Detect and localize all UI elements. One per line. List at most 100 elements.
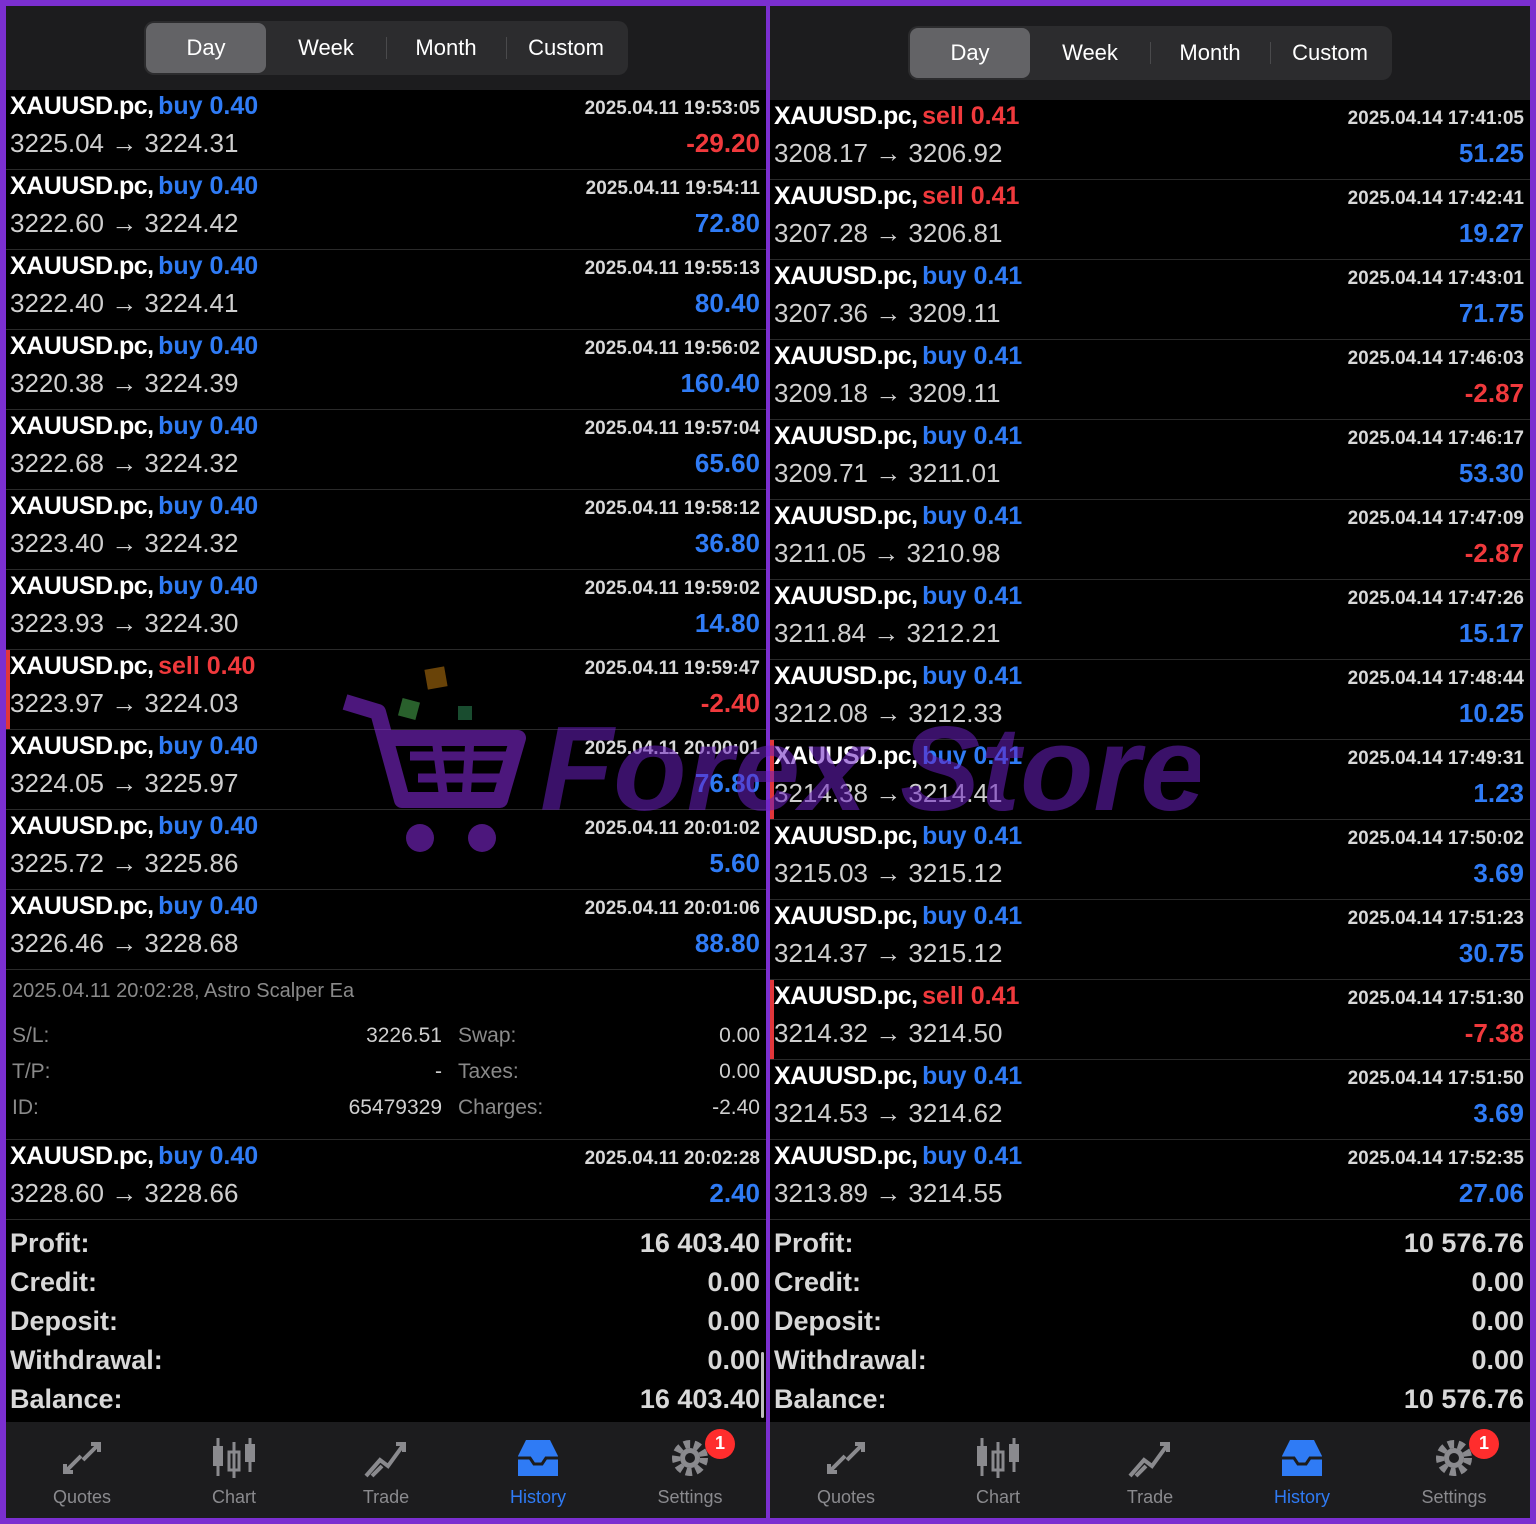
- deal-time: 2025.04.11 19:59:47: [584, 658, 760, 679]
- deal-row[interactable]: XAUUSD.pc, sell 0.41 2025.04.14 17:42:41 3…: [770, 180, 1530, 260]
- deal-title: XAUUSD.pc, buy 0.40: [10, 572, 258, 601]
- deal-profit: 76.80: [694, 768, 760, 798]
- deal-prices: 3214.37 → 3215.12: [774, 938, 1003, 968]
- deal-row[interactable]: XAUUSD.pc, buy 0.41 2025.04.14 17:52:35 32…: [770, 1140, 1530, 1220]
- deal-prices: 3223.93 → 3224.30: [10, 608, 239, 638]
- deal-profit: 19.27: [1458, 218, 1524, 248]
- swap-value: 0.00: [719, 1024, 760, 1047]
- deal-side-volume: buy 0.41: [922, 1142, 1023, 1170]
- deal-profit: 80.40: [694, 288, 760, 318]
- deal-side-volume: buy 0.40: [158, 492, 259, 520]
- nav-label: History: [509, 1486, 566, 1507]
- deal-row[interactable]: XAUUSD.pc, buy 0.40 2025.04.11 19:56:02 32…: [6, 330, 766, 410]
- deal-profit: 10.25: [1458, 698, 1524, 728]
- deal-time: 2025.04.11 19:57:04: [584, 418, 760, 439]
- deals-list[interactable]: XAUUSD.pc, sell 0.41 2025.04.14 17:41:05 3…: [770, 100, 1530, 1220]
- deal-row[interactable]: XAUUSD.pc, buy 0.40 2025.04.11 20:01:02 32…: [6, 810, 766, 890]
- deal-row[interactable]: XAUUSD.pc, buy 0.40 2025.04.11 20:02:28 32…: [6, 1140, 766, 1220]
- summary-label: Withdrawal:: [774, 1345, 927, 1375]
- nav-history[interactable]: History: [473, 1433, 603, 1508]
- scrollbar[interactable]: [761, 1352, 764, 1418]
- deal-row[interactable]: XAUUSD.pc, buy 0.41 2025.04.14 17:50:02 32…: [770, 820, 1530, 900]
- notification-badge: 1: [705, 1428, 735, 1459]
- deal-row[interactable]: XAUUSD.pc, buy 0.40 2025.04.11 19:57:04 32…: [6, 410, 766, 490]
- summary-value: 0.00: [707, 1345, 760, 1375]
- deal-row[interactable]: XAUUSD.pc, sell 0.41 2025.04.14 17:41:05 3…: [770, 100, 1530, 180]
- deals-list-tail[interactable]: XAUUSD.pc, buy 0.40 2025.04.11 20:02:28 32…: [6, 1140, 766, 1220]
- tab-month[interactable]: Month: [1150, 28, 1270, 78]
- tab-custom[interactable]: Custom: [506, 23, 626, 73]
- nav-label: Trade: [1126, 1486, 1174, 1507]
- deal-prices: 3211.84 → 3212.21: [774, 618, 1001, 648]
- summary-row: Credit: 0.00: [10, 1263, 760, 1302]
- deal-row[interactable]: XAUUSD.pc, buy 0.41 2025.04.14 17:51:23 32…: [770, 900, 1530, 980]
- summary-row: Balance: 16 403.40: [10, 1380, 760, 1419]
- deal-row[interactable]: XAUUSD.pc, buy 0.40 2025.04.11 19:59:02 32…: [6, 570, 766, 650]
- nav-settings[interactable]: 1 Settings: [1389, 1428, 1519, 1508]
- nav-trade[interactable]: Trade: [1085, 1433, 1215, 1508]
- nav-quotes[interactable]: Quotes: [17, 1433, 147, 1508]
- deal-side-volume: sell 0.40: [158, 652, 256, 680]
- deal-title: XAUUSD.pc, buy 0.41: [774, 502, 1022, 531]
- deal-row[interactable]: XAUUSD.pc, buy 0.41 2025.04.14 17:46:17 32…: [770, 420, 1530, 500]
- deal-row[interactable]: XAUUSD.pc, buy 0.41 2025.04.14 17:43:01 32…: [770, 260, 1530, 340]
- deal-row[interactable]: XAUUSD.pc, buy 0.41 2025.04.14 17:47:26 32…: [770, 580, 1530, 660]
- deal-row[interactable]: XAUUSD.pc, buy 0.40 2025.04.11 20:01:06 32…: [6, 890, 766, 970]
- nav-quotes[interactable]: Quotes: [781, 1433, 911, 1508]
- deal-row[interactable]: XAUUSD.pc, buy 0.40 2025.04.11 19:55:13 32…: [6, 250, 766, 330]
- deal-row[interactable]: XAUUSD.pc, buy 0.41 2025.04.14 17:49:31 32…: [770, 740, 1530, 820]
- nav-trade[interactable]: Trade: [321, 1433, 451, 1508]
- deal-symbol: XAUUSD.pc,: [774, 262, 918, 290]
- deal-row[interactable]: XAUUSD.pc, sell 0.41 2025.04.14 17:51:30 3…: [770, 980, 1530, 1060]
- nav-label: Quotes: [52, 1486, 112, 1507]
- deal-profit: 5.60: [709, 848, 760, 878]
- deal-row[interactable]: XAUUSD.pc, buy 0.40 2025.04.11 19:58:12 32…: [6, 490, 766, 570]
- summary-row: Deposit: 0.00: [774, 1302, 1524, 1341]
- deal-side-volume: buy 0.40: [158, 332, 259, 360]
- quotes-icon: [781, 1433, 911, 1483]
- tab-custom[interactable]: Custom: [1270, 28, 1390, 78]
- deal-row[interactable]: XAUUSD.pc, buy 0.40 2025.04.11 20:00:01 32…: [6, 730, 766, 810]
- deal-profit: 15.17: [1458, 618, 1524, 648]
- deal-profit: -29.20: [686, 128, 760, 158]
- tab-month[interactable]: Month: [386, 23, 506, 73]
- deal-profit: 30.75: [1458, 938, 1524, 968]
- summary-row: Balance: 10 576.76: [774, 1380, 1524, 1419]
- deal-time: 2025.04.14 17:49:31: [1347, 748, 1524, 769]
- deal-symbol: XAUUSD.pc,: [774, 742, 918, 770]
- charges-value: -2.40: [712, 1096, 760, 1119]
- deal-title: XAUUSD.pc, buy 0.41: [774, 1062, 1022, 1091]
- history-icon: [1237, 1433, 1367, 1483]
- period-segmented-control: Day Week Month Custom: [908, 26, 1392, 80]
- nav-chart[interactable]: Chart: [933, 1433, 1063, 1508]
- deal-title: XAUUSD.pc, buy 0.40: [10, 812, 258, 841]
- tab-day[interactable]: Day: [146, 23, 266, 73]
- deal-prices: 3225.72 → 3225.86: [10, 848, 239, 878]
- deal-row[interactable]: XAUUSD.pc, buy 0.41 2025.04.14 17:46:03 32…: [770, 340, 1530, 420]
- summary-row: Withdrawal: 0.00: [774, 1341, 1524, 1380]
- deals-list[interactable]: XAUUSD.pc, buy 0.40 2025.04.11 19:53:05 32…: [6, 90, 766, 970]
- deal-prices: 3209.71 → 3211.01: [774, 458, 1001, 488]
- tab-week[interactable]: Week: [266, 23, 386, 73]
- nav-label: Settings: [657, 1486, 723, 1507]
- nav-history[interactable]: History: [1237, 1433, 1367, 1508]
- nav-chart[interactable]: Chart: [169, 1433, 299, 1508]
- summary-row: Profit: 10 576.76: [774, 1224, 1524, 1263]
- deal-row[interactable]: XAUUSD.pc, buy 0.41 2025.04.14 17:47:09 32…: [770, 500, 1530, 580]
- deal-row[interactable]: XAUUSD.pc, buy 0.41 2025.04.14 17:51:50 32…: [770, 1060, 1530, 1140]
- deal-row[interactable]: XAUUSD.pc, buy 0.40 2025.04.11 19:53:05 32…: [6, 90, 766, 170]
- tab-week[interactable]: Week: [1030, 28, 1150, 78]
- summary-label: Balance:: [774, 1384, 887, 1414]
- deal-prices: 3222.60 → 3224.42: [10, 208, 239, 238]
- tab-day[interactable]: Day: [910, 28, 1030, 78]
- bottom-nav: Quotes Chart Trade History 1 Settings: [6, 1422, 766, 1518]
- deal-row[interactable]: XAUUSD.pc, sell 0.40 2025.04.11 19:59:47 3…: [6, 650, 766, 730]
- summary-label: Deposit:: [774, 1306, 882, 1336]
- deal-row[interactable]: XAUUSD.pc, buy 0.41 2025.04.14 17:48:44 32…: [770, 660, 1530, 740]
- deal-row[interactable]: XAUUSD.pc, buy 0.40 2025.04.11 19:54:11 32…: [6, 170, 766, 250]
- deal-prices: 3228.60 → 3228.66: [10, 1178, 239, 1208]
- summary-label: Deposit:: [10, 1306, 118, 1336]
- deal-prices: 3222.68 → 3224.32: [10, 448, 239, 478]
- nav-settings[interactable]: 1 Settings: [625, 1428, 755, 1508]
- deal-title: XAUUSD.pc, buy 0.41: [774, 262, 1022, 291]
